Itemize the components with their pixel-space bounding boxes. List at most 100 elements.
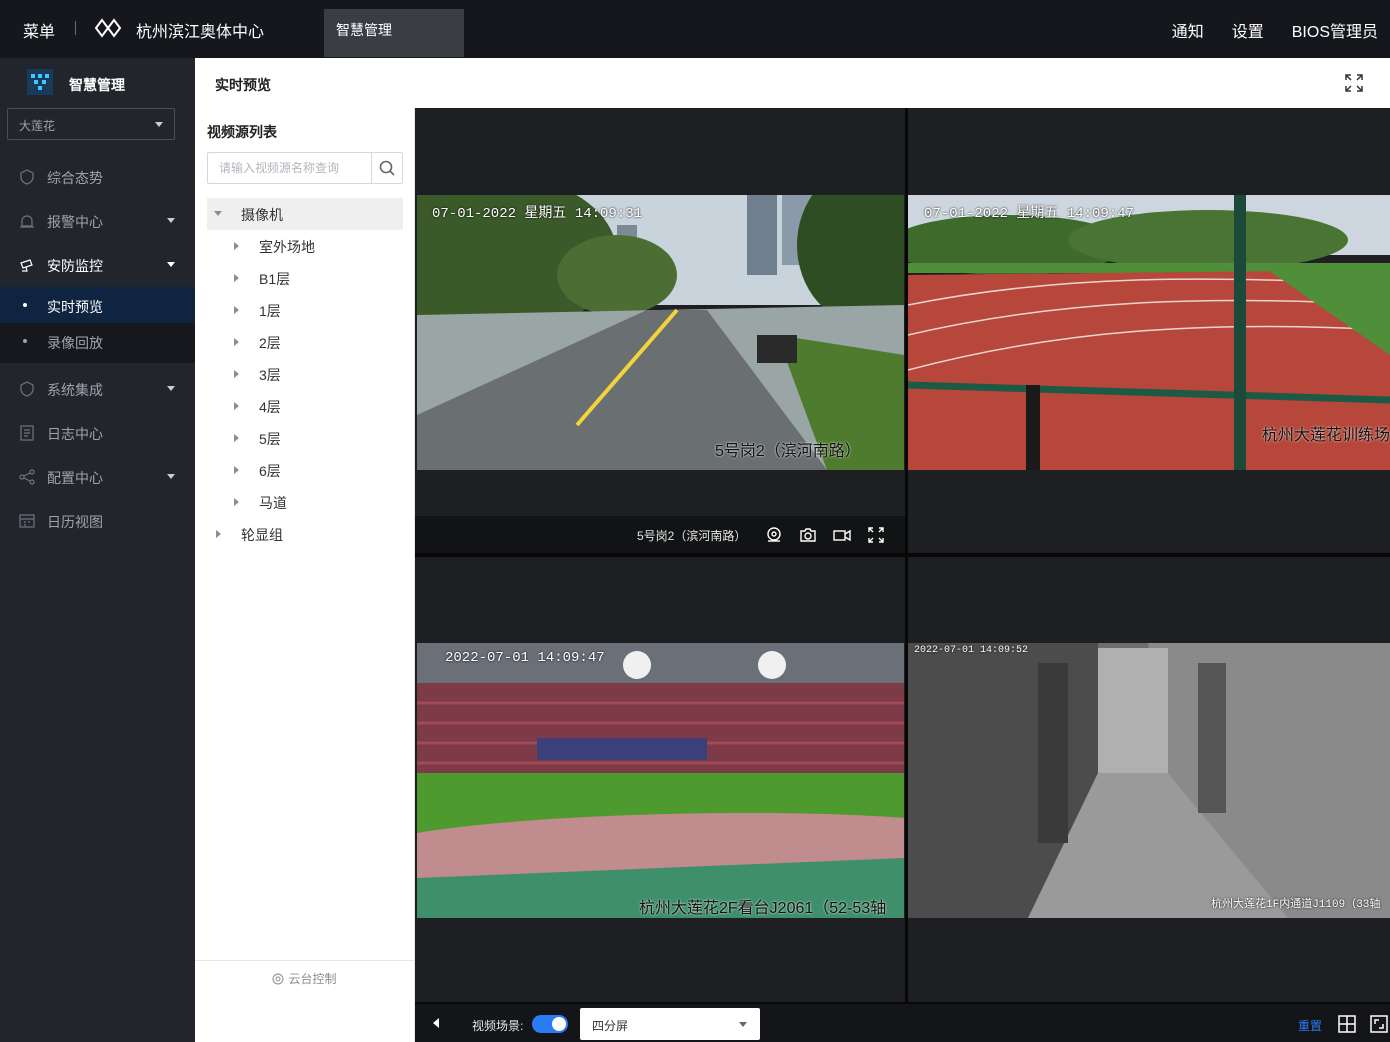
caret-down-icon [214,211,222,216]
tree-node-label: 轮显组 [241,527,283,543]
sidebar-item-label: 报警中心 [47,214,103,230]
tree-node-label: 4层 [259,399,281,415]
tree-node[interactable]: 1层 [225,294,403,326]
chevron-down-icon [167,218,175,223]
camera-name: 5号岗2（滨河南路） [637,529,747,543]
layout-select-value: 四分屏 [592,1019,629,1033]
tree-node[interactable]: 3层 [225,358,403,390]
video-source-list-title: 视频源列表 [207,124,277,140]
bullet-icon [23,303,27,307]
sidebar-item-config[interactable]: 配置中心 [0,455,195,499]
fullscreen-icon[interactable] [1344,73,1364,93]
tab-smart-management[interactable]: 智慧管理 [324,9,464,57]
smart-management-logo-icon [27,69,53,95]
video-source-panel: 视频源列表 摄像机 室外场地 B1层 1层 2层 3层 4层 5层 6层 马道 … [195,108,415,1042]
search-button[interactable] [371,153,402,183]
reset-button[interactable]: 重置 [1298,1017,1322,1034]
ptz-icon[interactable] [765,526,783,544]
tree-node-cameras[interactable]: 摄像机 [207,198,403,230]
tree-node[interactable]: 马道 [225,486,403,518]
user-menu[interactable]: BIOS管理员 [1292,18,1378,42]
ptz-control-button[interactable]: 云台控制 [195,960,414,994]
share-icon [19,469,35,485]
tree-node-label: 马道 [259,495,287,511]
video-cell-3[interactable]: 2022-07-01 14:09:47 杭州大莲花2F看台J2061（52-53… [415,557,905,1002]
camera-overlay-label: 杭州大莲花2F看台J2061（52-53轴 [639,900,887,917]
alarm-icon [20,215,34,228]
tree-node-label: 2层 [259,335,281,351]
road-scene-image [417,195,904,470]
calendar-icon [19,514,35,528]
grid-control-bar: 视频场景: 四分屏 重置 [415,1004,1390,1042]
app-title: 杭州滨江奥体中心 [136,24,265,41]
sidebar-item-system-integration[interactable]: 系统集成 [0,367,195,411]
video-toolbar: 5号岗2（滨河南路） [415,516,905,553]
search-icon [379,160,395,176]
caret-right-icon [234,338,239,346]
tree-node[interactable]: 5层 [225,422,403,454]
toggle-knob [552,1017,566,1031]
menu-button[interactable]: 菜单 [23,18,55,42]
record-video-icon[interactable] [833,526,851,544]
shield-icon [20,381,34,397]
chevron-down-icon [739,1022,747,1027]
sidebar-subitem-playback[interactable]: 录像回放 [0,323,195,359]
top-bar: 菜单 杭州滨江奥体中心 智慧管理 通知 设置 BIOS管理员 [0,0,1390,58]
video-cell-2[interactable]: 07-01-2022 星期五 14:09:47 杭州大莲花训练场 [908,108,1390,553]
video-cell-1[interactable]: 07-01-2022 星期五 14:09:31 5号岗2（滨河南路） 5号岗2（… [415,108,905,553]
sidebar: 智慧管理 大莲花 综合态势 报警中心 安防监控 实时预览 录像回放 系统集成 日… [0,58,195,1042]
venue-select[interactable]: 大莲花 [7,108,175,140]
tree-node[interactable]: 2层 [225,326,403,358]
sidebar-item-calendar[interactable]: 日历视图 [0,499,195,543]
ptz-icon [272,973,284,985]
sidebar-item-log[interactable]: 日志中心 [0,411,195,455]
sidebar-title: 智慧管理 [69,77,125,93]
collapse-arrow-icon[interactable] [433,1018,439,1028]
shield-icon [20,169,34,185]
tree-node-label: 室外场地 [259,239,315,255]
search-input[interactable] [208,153,372,183]
snapshot-camera-icon[interactable] [799,526,817,544]
tree-node[interactable]: 室外场地 [225,230,403,262]
scene-toggle[interactable] [532,1015,568,1033]
scene-label: 视频场景: [472,1019,524,1033]
caret-right-icon [234,434,239,442]
caret-right-icon [234,274,239,282]
sidebar-item-label: 综合态势 [47,170,103,186]
sidebar-item-overview[interactable]: 综合态势 [0,155,195,199]
sidebar-item-alarm[interactable]: 报警中心 [0,199,195,243]
tree-node[interactable]: 6层 [225,454,403,486]
camera-timestamp: 2022-07-01 14:09:52 [914,645,1029,656]
grid-layout-icon[interactable] [1338,1015,1356,1033]
expand-icon[interactable] [867,526,885,544]
notify-link[interactable]: 通知 [1172,18,1204,42]
settings-link[interactable]: 设置 [1232,18,1264,42]
app-logo-icon [95,18,121,38]
tree-node-label: 6层 [259,463,281,479]
tree-node[interactable]: 4层 [225,390,403,422]
layout-select[interactable]: 四分屏 [580,1008,760,1040]
caret-right-icon [234,306,239,314]
camera-icon [20,259,33,272]
tree-node-rotation-group[interactable]: 轮显组 [207,518,403,550]
sidebar-item-label: 配置中心 [47,470,103,486]
fullscreen-icon[interactable] [1370,1015,1388,1033]
video-cell-4[interactable]: 2022-07-01 14:09:52 杭州大莲花1F内通道J1109（33轴 [908,557,1390,1002]
video-grid: 07-01-2022 星期五 14:09:31 5号岗2（滨河南路） 5号岗2（… [415,108,1390,1004]
sidebar-header: 智慧管理 [0,58,195,108]
sidebar-item-label: 日志中心 [47,426,103,442]
chevron-down-icon [167,474,175,479]
tree-node-label: 3层 [259,367,281,383]
chevron-down-icon [155,122,163,127]
venue-select-value: 大莲花 [19,119,56,133]
camera-overlay-label: 杭州大莲花训练场 [1262,427,1390,444]
tree-node[interactable]: B1层 [225,262,403,294]
camera-timestamp: 07-01-2022 星期五 14:09:47 [924,206,1135,222]
caret-right-icon [234,498,239,506]
sidebar-item-security[interactable]: 安防监控 [0,243,195,287]
chevron-down-icon [167,262,175,267]
sidebar-subitem-label: 实时预览 [47,299,103,315]
bullet-icon [23,339,27,343]
sidebar-subitem-live-preview[interactable]: 实时预览 [0,287,195,323]
search-box [207,152,403,184]
